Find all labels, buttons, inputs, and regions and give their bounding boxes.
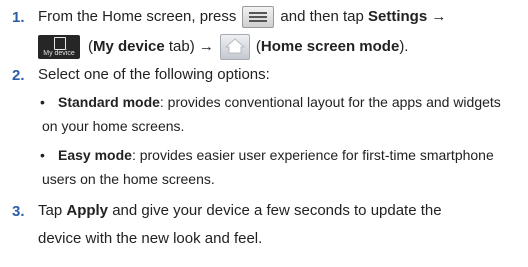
bullet-easy-mode-cont: users on the home screens. [42, 171, 215, 187]
bullet-standard-mode: Standard mode: provides conventional lay… [58, 94, 501, 110]
apply-label: Apply [66, 202, 109, 219]
settings-label: Settings [368, 8, 428, 25]
bullet-standard-mode-cont: on your home screens. [42, 118, 185, 134]
bullet-dot: • [40, 147, 45, 163]
step-3-line-2: device with the new look and feel. [38, 230, 263, 247]
my-device-icon: My device [38, 35, 80, 59]
step-number: 1. [12, 9, 25, 26]
instruction-page: 1. From the Home screen, press and then t… [0, 0, 528, 267]
arrow: → [431, 8, 447, 25]
menu-icon [242, 6, 275, 29]
step-number: 2. [12, 67, 25, 84]
step-1-line-2: My device (My device tab) → (Home screen m… [38, 34, 408, 60]
step-3-line-1: Tap Apply and give your device a few sec… [38, 202, 442, 219]
bullet-dot: • [40, 94, 45, 110]
step-2-text: Select one of the following options: [38, 66, 270, 83]
step-1-line-1: From the Home screen, press and then tap … [38, 6, 447, 29]
bullet-easy-mode: Easy mode: provides easier user experien… [58, 147, 494, 163]
step-3: 3. Tap Apply and give your device a few … [0, 200, 528, 260]
arrow: → [198, 37, 214, 55]
home-icon [219, 34, 250, 60]
step-number: 3. [12, 203, 25, 220]
step-1: 1. From the Home screen, press and then t… [0, 6, 528, 66]
step-2: 2. Select one of the following options: … [0, 64, 528, 194]
